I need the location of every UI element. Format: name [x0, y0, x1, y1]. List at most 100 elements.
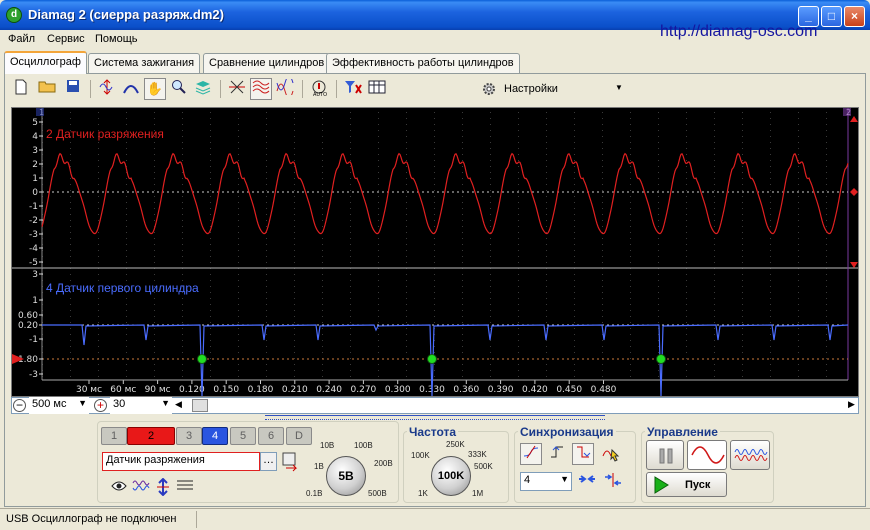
scroll-right-icon[interactable]: ▶ — [848, 399, 855, 410]
menu-service[interactable]: Сервис — [47, 33, 85, 45]
compress-icon[interactable] — [226, 78, 248, 100]
sync-cursor-icon[interactable] — [600, 443, 622, 465]
ch1-y-tick: 5 — [32, 118, 38, 128]
auto-scale-icon[interactable]: AUTO — [308, 78, 330, 100]
tab-cylinder-compare[interactable]: Сравнение цилиндров — [203, 53, 331, 73]
app-icon[interactable]: d — [6, 7, 22, 23]
start-button[interactable]: Пуск — [646, 472, 727, 497]
volt-label-100v: 100В — [354, 441, 373, 450]
x-tick-label: 0.270 — [351, 385, 377, 395]
channel-1-label: 2 Датчик разряжения — [46, 127, 164, 141]
volt-label-10v: 10В — [320, 441, 335, 450]
x-tick-label: 0.480 — [591, 385, 617, 395]
sync-rising-icon[interactable] — [520, 443, 542, 465]
stack-icon[interactable] — [192, 78, 214, 100]
sensor-select-value: Датчик разряжения — [106, 454, 205, 466]
eye-icon[interactable] — [108, 477, 130, 499]
sync-channel-select[interactable]: 4 ▼ — [520, 472, 572, 491]
channel-2-label: 4 Датчик первого цилиндра — [46, 281, 199, 295]
pause-button[interactable] — [646, 440, 684, 470]
channel-button-4[interactable]: 4 — [202, 427, 228, 445]
x-tick-label: 0.210 — [282, 385, 308, 395]
channel-button-6[interactable]: 6 — [258, 427, 284, 445]
x-tick-label: 0.180 — [248, 385, 274, 395]
menu-help[interactable]: Помощь — [95, 33, 138, 45]
open-folder-icon[interactable] — [36, 78, 58, 100]
offset-select[interactable]: 30 ▼ — [110, 397, 172, 414]
ch1-y-tick: -5 — [29, 258, 38, 268]
frequency-knob[interactable]: 100K — [431, 456, 471, 496]
menu-file[interactable]: Файл — [8, 33, 35, 45]
tab-oscilloscope[interactable]: Осциллограф — [4, 51, 87, 74]
close-button[interactable]: × — [844, 6, 865, 27]
freq-label-500k: 500K — [474, 462, 493, 471]
freq-label-1m: 1M — [472, 489, 484, 498]
table-grid-icon[interactable] — [366, 78, 388, 100]
status-bar: USB Осциллограф не подключен — [0, 508, 870, 530]
sync-split-icon[interactable] — [602, 471, 624, 493]
scroll-thumb[interactable] — [192, 399, 208, 412]
x-tick-label: 0.450 — [556, 385, 582, 395]
sync-rising-edge-icon[interactable] — [546, 443, 568, 465]
x-tick-label: 90 мс — [145, 385, 171, 395]
vertical-zoom-icon[interactable] — [96, 78, 118, 100]
continuous-wave-button[interactable] — [730, 440, 770, 470]
chevron-down-icon: ▼ — [615, 83, 623, 92]
sine-wave-icon — [691, 445, 725, 468]
sensor-select[interactable]: Датчик разряжения — [102, 452, 260, 471]
sensor-browse-button[interactable]: … — [260, 452, 277, 471]
volt-label-0-1v: 0.1В — [306, 489, 323, 498]
sensor-config-icon[interactable] — [282, 452, 300, 475]
inverse-wave-icon[interactable] — [130, 477, 152, 499]
ch2-y-tick: -3 — [29, 370, 38, 380]
maximize-button[interactable]: □ — [821, 6, 842, 27]
x-tick-label: 0.300 — [385, 385, 411, 395]
lines-icon[interactable] — [174, 477, 196, 499]
x-tick-label: 0.360 — [453, 385, 479, 395]
splitter-handle[interactable] — [265, 415, 605, 420]
sync-converge-icon[interactable] — [576, 471, 598, 493]
sync-marker — [427, 354, 437, 364]
vertical-shift-icon[interactable] — [152, 477, 174, 499]
oscilloscope-display[interactable]: 5 4 3 2 1 0 -1 -2 -3 -4 -5 3 1 0.60 0.20 -1 -1.80 -3 30 … — [11, 107, 859, 397]
volt-knob[interactable]: 5В — [326, 456, 366, 496]
ch2-y-tick: 1 — [32, 296, 38, 306]
overlay-wave-icon[interactable] — [274, 75, 296, 100]
channel-button-3[interactable]: 3 — [176, 427, 202, 445]
channel-button-2[interactable]: 2 — [127, 427, 175, 445]
scroll-left-icon[interactable]: ◀ — [175, 399, 182, 410]
x-tick-label: 60 мс — [110, 385, 136, 395]
ch1-y-tick: 4 — [32, 132, 38, 142]
channel-button-d[interactable]: D — [286, 427, 312, 445]
zoom-in-icon[interactable]: + — [94, 399, 107, 412]
pause-icon — [659, 448, 673, 467]
control-title: Управление — [645, 425, 720, 439]
volt-label-1v: 1В — [314, 462, 324, 471]
ch2-y-tick: 0.60 — [18, 311, 38, 321]
offset-value: 30 — [113, 398, 126, 410]
site-link[interactable]: http://diamag-osc.com — [660, 23, 817, 41]
new-file-icon[interactable] — [10, 78, 32, 100]
zoom-magnifier-icon[interactable] — [168, 78, 190, 100]
save-icon[interactable] — [62, 78, 84, 100]
tab-cylinder-efficiency[interactable]: Эффективность работы цилиндров — [326, 53, 520, 73]
ch1-y-tick: 1 — [32, 174, 38, 184]
sync-falling-edge-icon[interactable] — [572, 443, 594, 465]
ch1-top-arrow — [850, 116, 858, 122]
tab-strip: Осциллограф Система зажигания Сравнение … — [4, 51, 866, 74]
curve-arrows-icon[interactable] — [120, 78, 142, 100]
tab-ignition[interactable]: Система зажигания — [88, 53, 201, 73]
timebase-select[interactable]: 500 мс ▼ — [29, 397, 89, 414]
channel-button-5[interactable]: 5 — [230, 427, 256, 445]
hand-tool-icon[interactable]: ✋ — [144, 78, 166, 100]
sync-title: Синхронизация — [518, 425, 616, 439]
filter-icon[interactable] — [342, 78, 364, 100]
zoom-out-icon[interactable]: − — [13, 399, 26, 412]
ch1-y-tick: -3 — [29, 230, 38, 240]
x-tick-label: 30 мс — [76, 385, 102, 395]
sync-channel-value: 4 — [524, 474, 531, 486]
settings-dropdown[interactable]: Настройки ▼ — [475, 78, 630, 100]
single-wave-button[interactable] — [687, 440, 727, 470]
multi-wave-icon[interactable] — [250, 78, 272, 100]
channel-button-1[interactable]: 1 — [101, 427, 127, 445]
